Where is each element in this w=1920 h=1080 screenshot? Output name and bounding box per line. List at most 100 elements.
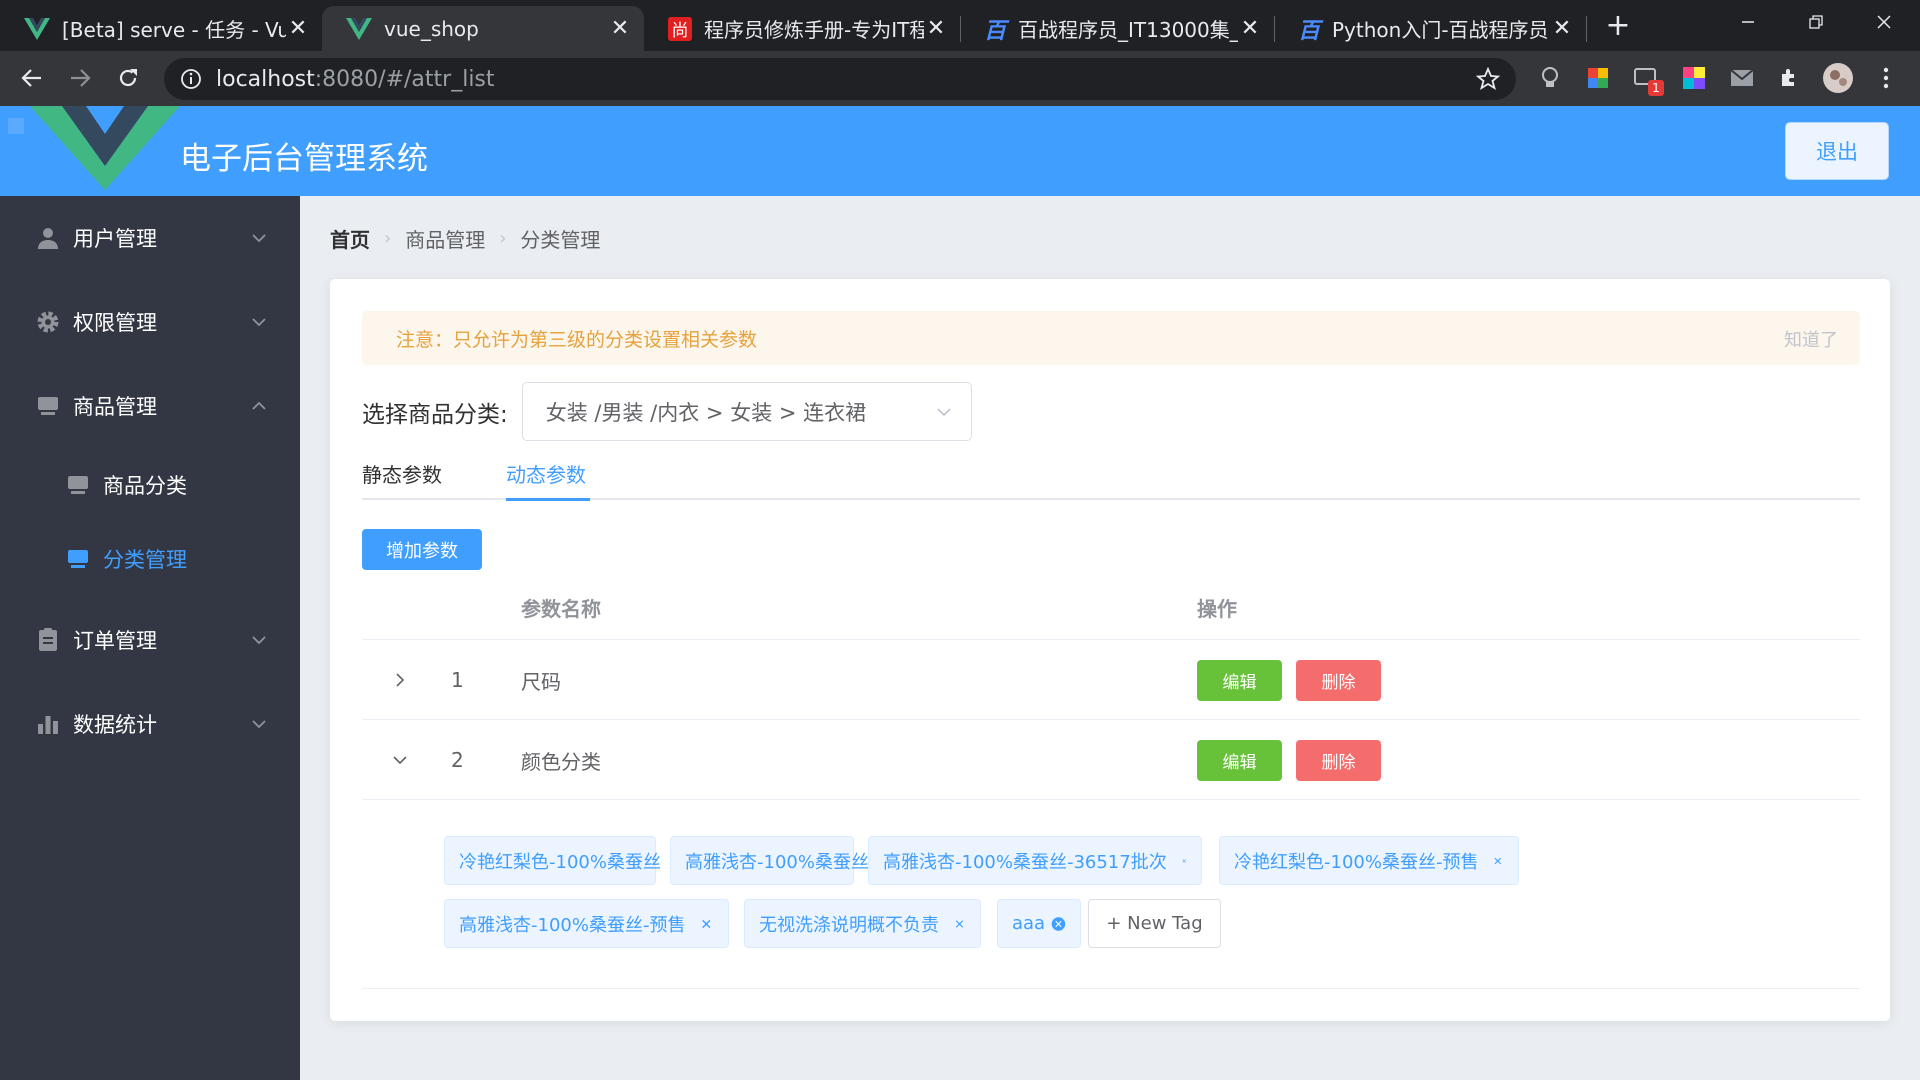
chevron-right-icon[interactable] (390, 670, 410, 690)
sidebar-item-label: 商品管理 (73, 395, 157, 419)
reload-icon[interactable] (108, 58, 148, 98)
puzzle-extension-icon[interactable] (1770, 58, 1810, 98)
browser-tab-vue-shop[interactable]: vue_shop ✕ (322, 6, 644, 51)
main-content: 首页 › 商品管理 › 分类管理 注意：只允许为第三级的分类设置相关参数 知道了… (300, 196, 1920, 1080)
close-icon[interactable]: ✕ (286, 16, 310, 41)
chevron-up-icon (252, 401, 266, 410)
params-card: 注意：只允许为第三级的分类设置相关参数 知道了 选择商品分类: 女装 /男装 /… (330, 279, 1890, 1021)
edit-button[interactable]: 编辑 (1197, 660, 1282, 701)
new-tag-button[interactable]: + New Tag (1088, 899, 1221, 948)
avatar[interactable] (1818, 58, 1858, 98)
back-icon[interactable] (12, 58, 52, 98)
document-icon (39, 628, 57, 651)
alert-close-button[interactable]: 知道了 (1784, 326, 1838, 352)
tag-close-icon[interactable] (1492, 853, 1504, 869)
sidebar-item-label: 订单管理 (73, 629, 157, 653)
browser-tab-strip: [Beta] serve - 任务 - Vue CLI ✕ vue_shop ✕… (0, 0, 1920, 51)
store-icon (68, 476, 88, 494)
tag-label: aaa (1012, 913, 1046, 934)
tag-label: 无视洗涤说明概不负责 (759, 914, 939, 936)
more-icon[interactable] (1866, 58, 1906, 98)
bookmark-star-icon[interactable] (1476, 67, 1500, 91)
tab-dynamic-params[interactable]: 动态参数 (506, 459, 586, 500)
delete-button[interactable]: 删除 (1296, 740, 1381, 781)
vue-logo (30, 106, 180, 190)
url-host: localhost (216, 66, 315, 92)
extension-badge: 1 (1648, 80, 1664, 96)
sidebar-item-label: 商品分类 (103, 474, 187, 498)
minimize-icon[interactable] (1714, 0, 1782, 44)
sidebar-item-label: 权限管理 (73, 311, 157, 335)
param-name: 尺码 (521, 669, 561, 694)
add-param-button[interactable]: 增加参数 (362, 529, 482, 570)
expanded-row-tags: 冷艳红梨色-100%桑蚕丝 高雅浅杏-100%桑蚕丝 高雅浅杏-100%桑蚕丝-… (362, 799, 1860, 989)
alert-text: 注意：只允许为第三级的分类设置相关参数 (396, 329, 758, 351)
url-text[interactable]: localhost:8080/#/attr_list (216, 67, 495, 92)
restore-icon[interactable] (1782, 0, 1850, 44)
bar-chart-icon (38, 716, 58, 734)
close-icon[interactable]: ✕ (608, 16, 632, 41)
tag-close-icon[interactable] (953, 916, 966, 932)
breadcrumb-item: 商品管理 (405, 228, 486, 252)
lightbulb-icon[interactable] (1530, 58, 1570, 98)
tag-close-icon[interactable] (1181, 853, 1187, 869)
sidebar-subitem-category-params[interactable]: 分类管理 (0, 522, 300, 596)
forward-icon[interactable] (60, 58, 100, 98)
table-row: 1 尺码 编辑 删除 (362, 639, 1860, 719)
close-icon[interactable]: ✕ (924, 16, 948, 41)
tab-static-params[interactable]: 静态参数 (362, 459, 442, 500)
row-index: 2 (451, 748, 464, 772)
chevron-right-icon: › (384, 228, 392, 249)
row-index: 1 (451, 668, 464, 692)
info-icon[interactable] (180, 68, 202, 90)
close-icon[interactable]: ✕ (1238, 16, 1262, 41)
param-tag: 冷艳红梨色-100%桑蚕丝-预售 (1219, 836, 1519, 885)
column-header-name: 参数名称 (521, 597, 601, 621)
chevron-down-icon (252, 234, 266, 243)
browser-tab-baizhan[interactable]: 百 百战程序员_IT13000集_影响 ✕ (960, 6, 1274, 51)
url-path: :8080/#/attr_list (314, 66, 495, 92)
close-icon[interactable]: ✕ (1550, 16, 1574, 41)
param-name: 颜色分类 (521, 749, 601, 774)
address-bar[interactable]: localhost:8080/#/attr_list (164, 58, 1516, 100)
chevron-down-icon (937, 408, 951, 417)
sidebar-item-goods[interactable]: 商品管理 (0, 364, 300, 448)
color-grid-icon[interactable] (1674, 58, 1714, 98)
table-row: 2 颜色分类 编辑 删除 (362, 719, 1860, 799)
category-select-row: 选择商品分类: 女装 /男装 /内衣 > 女装 > 连衣裙 (362, 382, 972, 441)
chevron-down-icon[interactable] (390, 750, 410, 770)
category-cascader[interactable]: 女装 /男装 /内衣 > 女装 > 连衣裙 (521, 382, 972, 441)
sidebar-item-label: 分类管理 (103, 548, 187, 572)
screen-extension-icon[interactable]: 1 (1626, 58, 1666, 98)
param-tag: aaa (997, 899, 1081, 948)
browser-tab-python[interactable]: 百 Python入门-百战程序员 ✕ (1274, 6, 1586, 51)
sidebar-subitem-goods-category[interactable]: 商品分类 (0, 448, 300, 522)
sidebar-item-statistics[interactable]: 数据统计 (0, 682, 300, 766)
tag-close-icon-hover[interactable] (1051, 913, 1066, 935)
browser-tab-shang[interactable]: 尚 程序员修炼手册-专为IT程序员 ✕ (644, 6, 960, 51)
tab-title: vue_shop (384, 16, 479, 41)
colorful-extension-icon[interactable] (1578, 58, 1618, 98)
mail-icon[interactable] (1722, 58, 1762, 98)
sidebar-item-orders[interactable]: 订单管理 (0, 598, 300, 682)
browser-tab-serve[interactable]: [Beta] serve - 任务 - Vue CLI ✕ (0, 6, 322, 51)
edit-button[interactable]: 编辑 (1197, 740, 1282, 781)
chevron-down-icon (252, 318, 266, 327)
column-header-actions: 操作 (1197, 597, 1237, 621)
app-header: 电子后台管理系统 退出 (0, 106, 1920, 196)
chevron-down-icon (252, 720, 266, 729)
breadcrumb: 首页 › 商品管理 › 分类管理 (330, 224, 600, 253)
sidebar-item-permissions[interactable]: 权限管理 (0, 280, 300, 364)
param-tag: 冷艳红梨色-100%桑蚕丝 (444, 836, 661, 885)
sidebar-item-users[interactable]: 用户管理 (0, 196, 300, 280)
tag-close-icon[interactable] (699, 916, 714, 932)
tag-label: 冷艳红梨色-100%桑蚕丝-预售 (1234, 851, 1479, 873)
new-tab-icon[interactable]: + (1598, 8, 1638, 43)
logout-button[interactable]: 退出 (1785, 122, 1889, 180)
breadcrumb-home[interactable]: 首页 (330, 224, 370, 253)
delete-button[interactable]: 删除 (1296, 660, 1381, 701)
vue-icon (346, 17, 372, 40)
window-close-icon[interactable] (1850, 0, 1918, 44)
param-tag: 高雅浅杏-100%桑蚕丝-36517批次 (868, 836, 1202, 885)
gear-icon (37, 311, 59, 333)
